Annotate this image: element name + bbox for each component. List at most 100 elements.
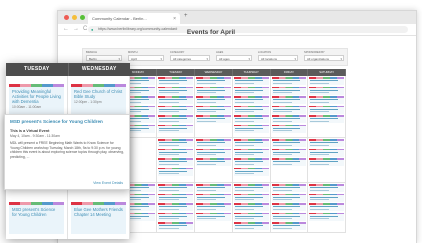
calendar-event[interactable] bbox=[309, 105, 345, 114]
calendar-day-cell[interactable] bbox=[232, 183, 271, 233]
calendar-event[interactable] bbox=[233, 212, 269, 221]
calendar-event[interactable] bbox=[271, 203, 307, 211]
calendar-event[interactable] bbox=[158, 124, 194, 133]
calendar-day-cell[interactable] bbox=[232, 138, 271, 183]
calendar-day-cell[interactable] bbox=[270, 76, 309, 138]
maximize-window-icon[interactable] bbox=[80, 15, 85, 20]
calendar-event[interactable] bbox=[271, 193, 307, 202]
new-tab-icon[interactable]: + bbox=[184, 13, 188, 19]
ages-select[interactable]: All ages ▾ bbox=[216, 55, 252, 61]
calendar-event[interactable] bbox=[196, 184, 231, 192]
calendar-day-cell[interactable] bbox=[308, 76, 347, 138]
calendar-event[interactable] bbox=[271, 139, 307, 147]
category-select[interactable]: All categories ▾ bbox=[170, 55, 210, 61]
calendar-event[interactable] bbox=[158, 86, 194, 95]
calendar-event[interactable] bbox=[309, 148, 345, 157]
calendar-event[interactable] bbox=[233, 203, 269, 211]
calendar-day-cell[interactable] bbox=[232, 76, 271, 138]
calendar-day-cell[interactable] bbox=[195, 183, 233, 233]
calendar-event[interactable] bbox=[233, 167, 269, 176]
calendar-event[interactable] bbox=[196, 193, 231, 202]
view-event-details-link[interactable]: View Event Details bbox=[93, 181, 123, 185]
calendar-event[interactable] bbox=[196, 158, 231, 166]
calendar-event[interactable] bbox=[309, 96, 345, 104]
calendar-event[interactable] bbox=[233, 148, 269, 157]
calendar-event[interactable] bbox=[271, 148, 307, 157]
calendar-event[interactable] bbox=[233, 124, 269, 133]
calendar-event[interactable] bbox=[158, 184, 194, 192]
calendar-day-cell[interactable] bbox=[195, 76, 233, 138]
calendar-event[interactable] bbox=[158, 212, 194, 221]
calendar-event[interactable] bbox=[196, 96, 231, 104]
calendar-event[interactable] bbox=[233, 193, 269, 202]
calendar-event[interactable] bbox=[196, 115, 231, 123]
calendar-day-cell[interactable] bbox=[308, 183, 347, 233]
calendar-event[interactable] bbox=[158, 105, 194, 114]
calendar-event[interactable] bbox=[271, 77, 307, 85]
calendar-event[interactable] bbox=[158, 115, 194, 123]
calendar-event[interactable] bbox=[158, 77, 194, 85]
calendar-event[interactable] bbox=[158, 203, 194, 211]
calendar-event[interactable] bbox=[271, 96, 307, 104]
location-select[interactable]: All locations ▾ bbox=[258, 55, 298, 61]
calendar-event[interactable] bbox=[196, 77, 231, 85]
calendar-event[interactable] bbox=[233, 105, 269, 114]
calendar-event[interactable] bbox=[271, 158, 307, 166]
calendar-event[interactable] bbox=[309, 86, 345, 95]
calendar-event[interactable] bbox=[196, 148, 231, 157]
calendar-event[interactable] bbox=[158, 167, 194, 176]
calendar-day-cell[interactable] bbox=[157, 138, 196, 183]
calendar-event[interactable] bbox=[196, 86, 231, 95]
calendar-event[interactable] bbox=[233, 86, 269, 95]
calendar-event[interactable] bbox=[271, 222, 307, 230]
calendar-event[interactable] bbox=[158, 222, 194, 230]
calendar-event[interactable] bbox=[233, 115, 269, 123]
calendar-day-cell[interactable] bbox=[270, 138, 309, 183]
category-stripe bbox=[196, 96, 231, 98]
calendar-event[interactable] bbox=[309, 115, 345, 123]
calendar-event[interactable] bbox=[233, 139, 269, 147]
calendar-day-cell[interactable] bbox=[157, 76, 196, 138]
calendar-event[interactable] bbox=[271, 115, 307, 123]
sponsor-select[interactable]: All organizations ▾ bbox=[304, 55, 344, 61]
calendar-event[interactable] bbox=[309, 184, 345, 192]
calendar-event[interactable] bbox=[196, 139, 231, 147]
calendar-event[interactable] bbox=[196, 212, 231, 221]
event-card[interactable]: Blue Gee Mothers Friends Chapter 14 Meet… bbox=[71, 202, 126, 234]
calendar-event[interactable] bbox=[309, 203, 345, 211]
tab-close-icon[interactable]: × bbox=[173, 16, 176, 22]
calendar-event[interactable] bbox=[233, 77, 269, 85]
calendar-event[interactable] bbox=[158, 139, 194, 147]
calendar-event[interactable] bbox=[158, 148, 194, 157]
calendar-event[interactable] bbox=[309, 158, 345, 166]
calendar-day-cell[interactable] bbox=[195, 138, 233, 183]
calendar-event[interactable] bbox=[271, 184, 307, 192]
calendar-event[interactable] bbox=[196, 105, 231, 114]
calendar-event[interactable] bbox=[271, 212, 307, 221]
calendar-event[interactable] bbox=[309, 139, 345, 147]
minimize-window-icon[interactable] bbox=[72, 15, 77, 20]
browser-tab[interactable]: Community Calendar - Berlin... × bbox=[88, 13, 180, 24]
calendar-event[interactable] bbox=[158, 158, 194, 166]
calendar-event[interactable] bbox=[271, 105, 307, 114]
calendar-day-cell[interactable] bbox=[308, 138, 347, 183]
calendar-event[interactable] bbox=[196, 203, 231, 211]
calendar-event[interactable] bbox=[309, 77, 345, 85]
event-card[interactable]: MSD present's Science for Young Children bbox=[9, 202, 64, 234]
calendar-event[interactable] bbox=[271, 124, 307, 133]
month-select[interactable]: April ▾ bbox=[128, 55, 164, 61]
branch-select[interactable]: Berlin ▾ bbox=[86, 55, 122, 61]
calendar-event[interactable] bbox=[233, 222, 269, 230]
calendar-event[interactable] bbox=[233, 184, 269, 192]
calendar-event[interactable] bbox=[271, 86, 307, 95]
calendar-day-cell[interactable] bbox=[270, 183, 309, 233]
calendar-event[interactable] bbox=[233, 96, 269, 104]
calendar-day-cell[interactable] bbox=[157, 183, 196, 233]
calendar-event[interactable] bbox=[158, 96, 194, 104]
calendar-event[interactable] bbox=[233, 158, 269, 166]
chevron-down-icon: ▾ bbox=[160, 57, 162, 61]
calendar-event[interactable] bbox=[309, 212, 345, 221]
close-window-icon[interactable] bbox=[64, 15, 69, 20]
calendar-event[interactable] bbox=[158, 193, 194, 202]
calendar-event[interactable] bbox=[309, 193, 345, 202]
